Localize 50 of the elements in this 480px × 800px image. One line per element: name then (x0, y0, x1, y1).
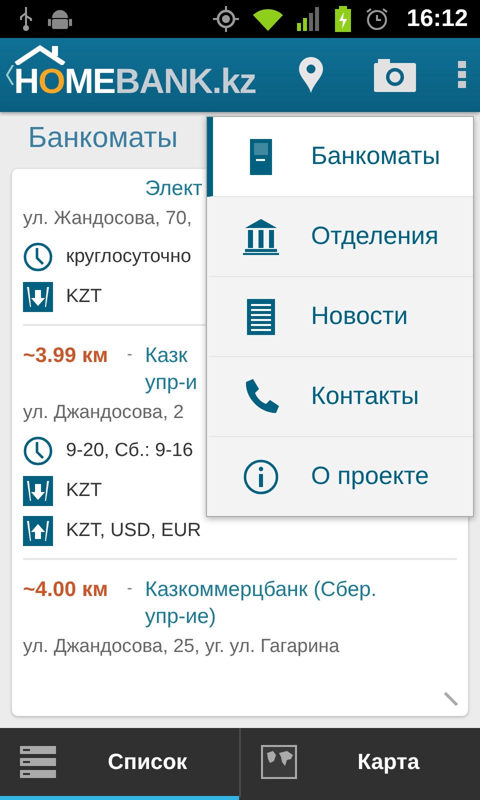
menu-item[interactable]: Отделения (207, 197, 473, 277)
dash-text: - (127, 579, 134, 599)
address-text: ул. Жандосова, 70, (23, 207, 193, 231)
resize-grip-icon (444, 692, 458, 706)
detail-text: круглосуточно (66, 246, 192, 268)
dash-text: - (127, 345, 134, 365)
page-title: Банкоматы (28, 122, 178, 155)
detail-text: KZT, USD, EUR (66, 520, 202, 542)
clock-icon (23, 242, 53, 272)
bank-icon (243, 218, 279, 254)
atm-title[interactable]: Казк (145, 342, 198, 369)
cash-in-icon (23, 516, 53, 546)
address-text: ул. Джандосова, 25, уг. ул. Гагарина (23, 635, 340, 659)
distance-text: ~3.99 км (23, 343, 110, 369)
info-icon (243, 458, 279, 494)
gps-icon (212, 6, 239, 32)
alarm-icon (364, 7, 389, 31)
camera-icon[interactable] (374, 58, 416, 92)
wifi-icon (252, 7, 283, 31)
status-time: 16:12 (406, 5, 468, 33)
back-caret-icon (6, 65, 14, 85)
detail-text: 9-20, Сб.: 9-16 (66, 440, 194, 462)
address-text: ул. Джандосова, 2 (23, 401, 185, 425)
menu-item[interactable]: О проекте (207, 437, 473, 516)
atm-title[interactable]: Элект (145, 175, 202, 202)
distance-text: ~4.00 км (23, 577, 110, 603)
news-icon (246, 298, 276, 334)
usb-icon (18, 7, 34, 31)
menu-item[interactable]: Новости (207, 277, 473, 357)
location-pin-icon[interactable] (298, 57, 324, 93)
overflow-menu-icon[interactable] (458, 61, 466, 89)
map-icon (261, 745, 297, 779)
atm-title[interactable]: упр-и (145, 369, 198, 396)
bottom-tab[interactable]: Список (0, 728, 239, 800)
bottom-tab[interactable]: Карта (239, 728, 480, 800)
android-icon (48, 8, 72, 30)
detail-text: KZT (66, 286, 102, 308)
signal-icon (296, 7, 321, 31)
menu-item[interactable]: Банкоматы (207, 117, 473, 197)
cash-out-icon (23, 282, 53, 312)
house-icon (14, 45, 68, 65)
atm-title[interactable]: Казкоммерцбанк (Сбер. (145, 576, 377, 603)
menu-item[interactable]: Контакты (207, 357, 473, 437)
atm-title[interactable]: упр-ие) (145, 603, 377, 630)
phone-icon (243, 378, 279, 414)
list-icon (20, 746, 56, 778)
clock-icon (23, 436, 53, 466)
detail-text: KZT (66, 480, 102, 502)
cash-out-icon (23, 476, 53, 506)
battery-icon (334, 6, 351, 32)
